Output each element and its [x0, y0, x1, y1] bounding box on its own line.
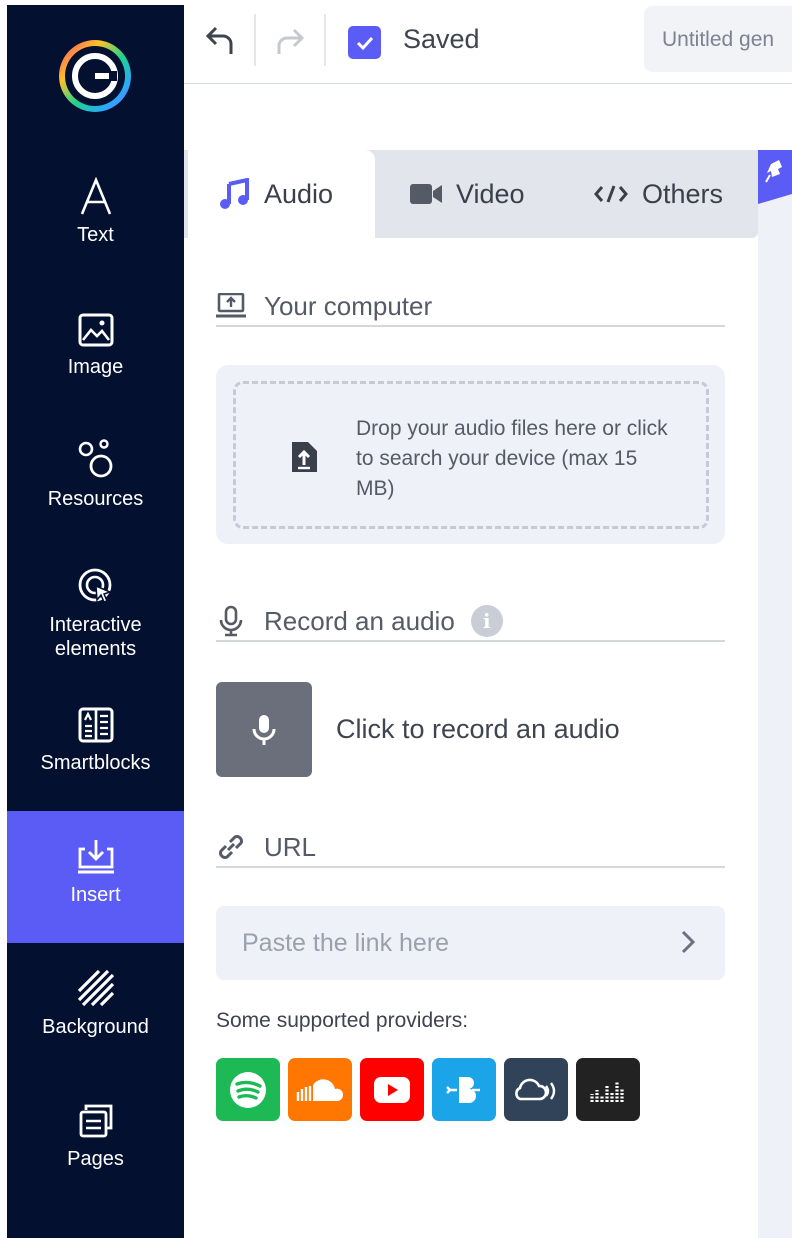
- undo-button[interactable]: [200, 20, 240, 60]
- pages-icon: [78, 1099, 114, 1139]
- document-title-field[interactable]: Untitled gen: [644, 6, 792, 72]
- sidebar-item-label: Text: [77, 224, 114, 246]
- toolbar-divider: [254, 14, 256, 66]
- sidebar-item-label: Interactive elements: [49, 614, 142, 660]
- sidebar-item-image[interactable]: Image: [7, 307, 184, 379]
- sidebar-item-label: Background: [42, 1016, 149, 1038]
- sidebar-item-label: Pages: [67, 1148, 124, 1170]
- youtube-icon: [360, 1058, 424, 1121]
- undo-icon: [205, 26, 233, 54]
- video-camera-icon: [410, 183, 442, 205]
- saved-status: Saved: [403, 24, 480, 54]
- redo-icon: [277, 28, 305, 54]
- providers-list: [216, 1058, 640, 1121]
- check-icon: [356, 36, 373, 50]
- url-section-heading: URL: [216, 828, 725, 868]
- computer-section-heading: Your computer: [216, 287, 725, 327]
- interactive-icon: [77, 565, 115, 605]
- saved-checkbox[interactable]: [348, 26, 381, 59]
- sidebar-item-label: Insert: [70, 884, 121, 906]
- chevron-right-icon: [681, 930, 696, 954]
- image-icon: [78, 307, 114, 347]
- url-input[interactable]: [216, 906, 725, 980]
- tab-audio[interactable]: Audio: [188, 150, 375, 238]
- soundcloud-icon: [288, 1058, 352, 1121]
- sidebar-item-interactive[interactable]: Interactive elements: [7, 565, 184, 661]
- genially-logo[interactable]: [54, 35, 136, 117]
- background-icon: [77, 967, 115, 1007]
- sidebar-item-label: Smartblocks: [40, 752, 151, 774]
- sidebar-item-insert[interactable]: Insert: [7, 811, 184, 943]
- sidebar-item-resources[interactable]: Resources: [7, 439, 184, 511]
- tab-video[interactable]: Video: [410, 150, 525, 238]
- laptop-upload-icon: [216, 293, 246, 319]
- sidebar-item-background[interactable]: Background: [7, 967, 184, 1039]
- section-title: Your computer: [264, 290, 433, 321]
- text-icon: [79, 175, 113, 215]
- section-title: Record an audio: [264, 605, 455, 636]
- top-toolbar: Saved Untitled gen: [184, 0, 792, 84]
- sidebar-item-label: Resources: [47, 488, 144, 510]
- insert-icon: [76, 835, 116, 875]
- tab-others[interactable]: Others: [594, 150, 723, 238]
- record-section-heading: Record an audio i: [216, 602, 725, 642]
- beatport-icon: [432, 1058, 496, 1121]
- url-submit-button[interactable]: [668, 922, 708, 962]
- tab-label: Audio: [264, 178, 334, 209]
- music-note-icon: [218, 178, 250, 210]
- sidebar-item-pages[interactable]: Pages: [7, 1099, 184, 1171]
- spotify-icon: [216, 1058, 280, 1121]
- link-icon: [216, 832, 246, 862]
- resources-icon: [77, 439, 115, 479]
- info-icon[interactable]: i: [470, 605, 503, 637]
- left-sidebar: Text Image Resources Interactive element…: [7, 5, 184, 1238]
- section-title: URL: [264, 831, 317, 862]
- audio-bars-icon: [576, 1058, 640, 1121]
- toolbar-divider: [324, 14, 326, 66]
- file-upload-icon: [292, 442, 317, 472]
- smartblocks-icon: [78, 703, 114, 743]
- microphone-icon: [252, 714, 276, 745]
- tab-label: Video: [456, 178, 525, 209]
- dropzone-text[interactable]: Drop your audio files here or click to s…: [356, 414, 676, 504]
- sidebar-item-smartblocks[interactable]: Smartblocks: [7, 703, 184, 775]
- sidebar-item-text[interactable]: Text: [7, 175, 184, 247]
- record-button[interactable]: [216, 682, 312, 777]
- redo-button[interactable]: [270, 20, 310, 60]
- pin-icon[interactable]: [758, 150, 792, 204]
- microphone-icon: [216, 605, 246, 637]
- record-button-label[interactable]: Click to record an audio: [336, 714, 620, 745]
- tab-label: Others: [642, 178, 724, 209]
- providers-label: Some supported providers:: [216, 1009, 469, 1032]
- code-icon: [594, 184, 628, 204]
- mixcloud-icon: [504, 1058, 568, 1121]
- canvas-area: [758, 150, 792, 1238]
- sidebar-item-label: Image: [67, 356, 124, 378]
